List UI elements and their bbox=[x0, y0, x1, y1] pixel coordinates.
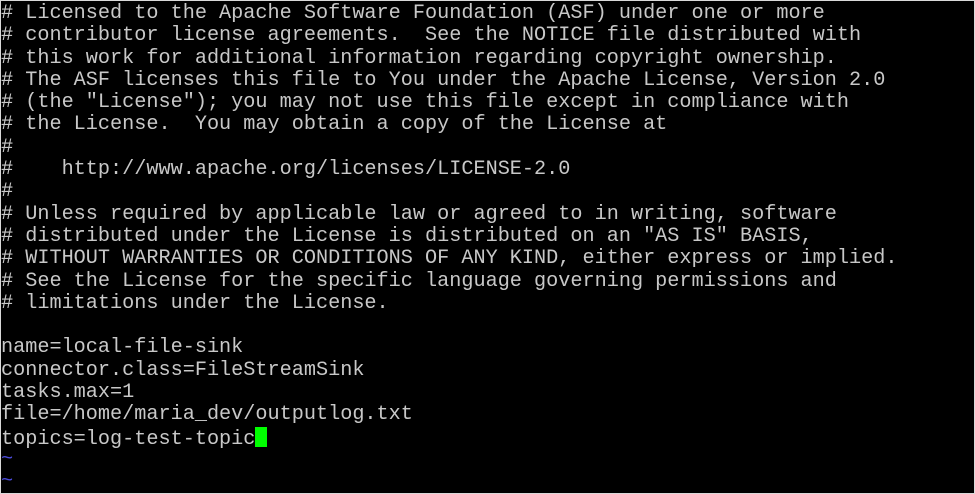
editor-buffer[interactable]: # Licensed to the Apache Software Founda… bbox=[1, 2, 898, 494]
license-header-line: # distributed under the License is distr… bbox=[1, 224, 813, 248]
config-line-connector-class: connector.class=FileStreamSink bbox=[1, 358, 365, 382]
license-header-line: # bbox=[1, 180, 14, 204]
config-line-topics-text: topics=log-test-topic bbox=[1, 427, 256, 451]
config-line-tasks-max: tasks.max=1 bbox=[1, 381, 135, 405]
empty-line-marker: ~ bbox=[1, 447, 14, 471]
config-line-name: name=local-file-sink bbox=[1, 336, 244, 360]
license-header-line: # the License. You may obtain a copy of … bbox=[1, 113, 668, 137]
license-header-line: # contributor license agreements. See th… bbox=[1, 24, 862, 48]
license-url-line: # http://www.apache.org/licenses/LICENSE… bbox=[1, 158, 571, 182]
license-header-line: # Licensed to the Apache Software Founda… bbox=[1, 2, 825, 25]
text-cursor bbox=[255, 426, 268, 447]
license-header-line: # See the License for the specific langu… bbox=[1, 269, 837, 293]
license-header-line: # The ASF licenses this file to You unde… bbox=[1, 68, 886, 92]
license-header-line: # limitations under the License. bbox=[1, 291, 389, 315]
terminal-window[interactable]: # Licensed to the Apache Software Founda… bbox=[0, 0, 975, 494]
license-header-line: # WITHOUT WARRANTIES OR CONDITIONS OF AN… bbox=[1, 247, 898, 271]
license-header-line: # this work for additional information r… bbox=[1, 46, 837, 70]
license-header-line: # (the "License"); you may not use this … bbox=[1, 91, 850, 115]
license-header-line: # Unless required by applicable law or a… bbox=[1, 202, 837, 226]
config-line-file: file=/home/maria_dev/outputlog.txt bbox=[1, 403, 413, 427]
empty-line-marker: ~ bbox=[1, 470, 14, 494]
config-line-topics: topics=log-test-topic bbox=[1, 426, 897, 451]
license-header-line: # bbox=[1, 135, 14, 159]
